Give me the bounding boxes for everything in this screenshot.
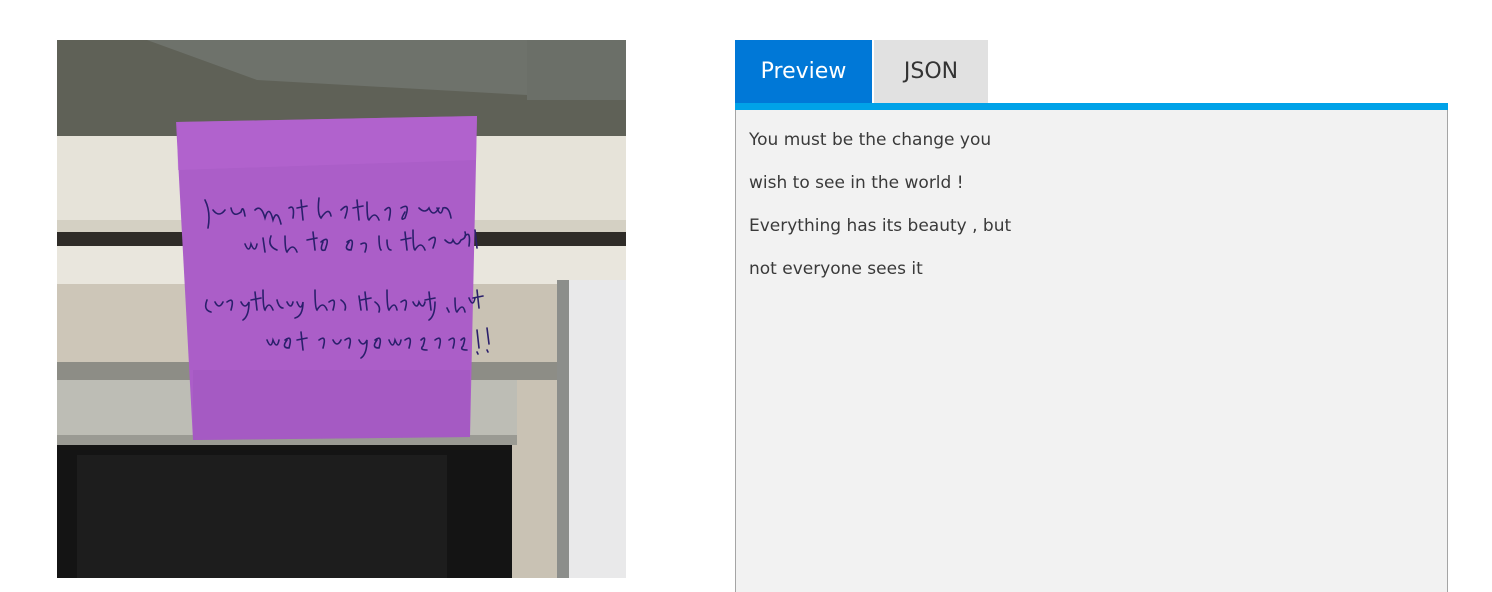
sticky-note-photo (57, 40, 626, 578)
output-line: You must be the change you (749, 130, 992, 150)
tab-preview[interactable]: Preview (735, 40, 872, 103)
tab-underline (735, 103, 1448, 110)
result-tabs: Preview JSON (735, 40, 988, 103)
tab-json[interactable]: JSON (874, 40, 988, 103)
output-line: not everyone sees it (749, 259, 923, 279)
output-line: Everything has its beauty , but (749, 216, 1012, 236)
output-line: wish to see in the world ! (749, 173, 964, 193)
preview-output-panel: You must be the change you wish to see i… (735, 110, 1448, 592)
ocr-result-view: Preview JSON You must be the change you … (0, 0, 1492, 592)
